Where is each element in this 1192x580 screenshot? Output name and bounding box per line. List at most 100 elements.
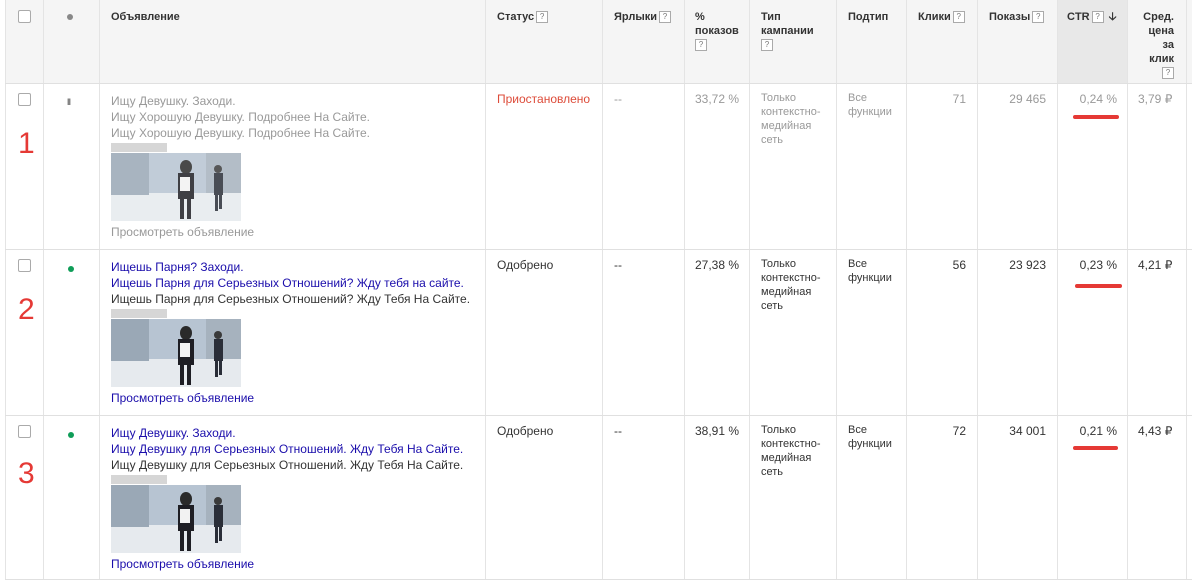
pct-impressions-value: 33,72 % <box>695 92 740 106</box>
campaign-type-value: Только контекстно- медийная сеть <box>761 91 821 147</box>
ad-headline[interactable]: Ищешь Парня? Заходи. <box>111 259 244 275</box>
header-campaign-line: Тип <box>761 11 781 23</box>
header-campaign-type[interactable]: Тип кампании ? <box>761 10 814 52</box>
row-checkbox[interactable] <box>18 259 31 272</box>
ad-headline: Ищу Девушку. Заходи. <box>111 94 236 108</box>
subtype-line: Все <box>848 258 867 270</box>
campaign-type-line: сеть <box>761 134 784 146</box>
blurred-url <box>111 143 167 152</box>
header-cpc-line: за <box>1162 39 1174 51</box>
campaign-type-line: сеть <box>761 466 784 478</box>
header-clicks[interactable]: Клики? <box>918 10 965 24</box>
header-campaign-line: кампании <box>761 25 814 37</box>
labels-value: -- <box>614 92 622 106</box>
header-subtype[interactable]: Подтип <box>848 10 888 24</box>
labels-value: -- <box>614 258 622 272</box>
ad-line1: Ищу Девушку для Серьезных Отношений. Жду… <box>111 442 464 456</box>
subtype-line: функции <box>848 438 892 450</box>
header-labels-label: Ярлыки <box>614 11 658 23</box>
enabled-dot-icon[interactable] <box>68 432 74 438</box>
row-number: 1 <box>18 127 35 160</box>
header-ctr-label: CTR <box>1067 11 1090 23</box>
subtype-line: Все <box>848 92 867 104</box>
help-icon[interactable]: ? <box>1091 11 1104 24</box>
sort-descending-icon[interactable]: 🡣 <box>1109 11 1117 23</box>
subtype-line: Все <box>848 424 867 436</box>
labels-value: -- <box>614 424 622 438</box>
help-icon[interactable]: ? <box>536 11 549 24</box>
select-all-checkbox[interactable] <box>18 10 31 23</box>
campaign-type-line: сеть <box>761 300 784 312</box>
ctr-value: 0,24 % <box>1079 92 1117 106</box>
header-impressions[interactable]: Показы? <box>989 10 1045 24</box>
clicks-value: 72 <box>952 424 966 438</box>
status-badge: Одобрено <box>497 258 554 272</box>
campaign-type-value: Только контекстно- медийная сеть <box>761 257 821 313</box>
header-cpc-line: клик <box>1149 53 1174 65</box>
campaign-type-line: Только <box>761 92 796 104</box>
header-labels[interactable]: Ярлыки? <box>614 10 672 24</box>
status-badge: Приостановлено <box>497 92 591 106</box>
header-pct-line: показов <box>695 25 739 37</box>
header-clicks-label: Клики <box>918 11 951 23</box>
header-impressions-label: Показы <box>989 11 1031 23</box>
ad-line2: Ищу Девушку для Серьезных Отношений. Жду… <box>111 458 464 472</box>
avg-cpc-value: 4,21 ₽ <box>1138 258 1173 272</box>
ad-image <box>111 153 241 221</box>
row-number: 3 <box>18 457 35 490</box>
header-ad[interactable]: Объявление <box>111 10 180 24</box>
ctr-value: 0,21 % <box>1079 424 1117 438</box>
row-number: 2 <box>18 293 35 326</box>
ctr-underline-annotation <box>1075 284 1122 288</box>
campaign-type-line: медийная <box>761 452 812 464</box>
subtype-value: Все функции <box>848 91 892 119</box>
campaign-type-line: Только <box>761 424 796 436</box>
ad-image <box>111 319 241 387</box>
row-checkbox[interactable] <box>18 93 31 106</box>
help-icon[interactable]: ? <box>952 11 965 24</box>
blurred-url <box>111 309 167 318</box>
help-icon[interactable]: ? <box>1032 11 1045 24</box>
help-icon[interactable]: ? <box>659 11 672 24</box>
impressions-value: 29 465 <box>1009 92 1046 106</box>
campaign-type-line: Только <box>761 258 796 270</box>
avg-cpc-value: 4,43 ₽ <box>1138 424 1173 438</box>
ad-line1: Ищешь Парня для Серьезных Отношений? Жду… <box>111 276 464 290</box>
header-cpc-line: цена <box>1148 25 1174 37</box>
view-ad-link[interactable]: Просмотреть объявление <box>111 224 254 240</box>
view-ad-link[interactable]: Просмотреть объявление <box>111 390 254 406</box>
clicks-value: 56 <box>952 258 966 272</box>
campaign-type-line: медийная <box>761 120 812 132</box>
view-ad-link[interactable]: Просмотреть объявление <box>111 556 254 572</box>
status-badge: Одобрено <box>497 424 554 438</box>
campaign-type-line: медийная <box>761 286 812 298</box>
ctr-value: 0,23 % <box>1079 258 1117 272</box>
enabled-dot-icon[interactable] <box>68 266 74 272</box>
campaign-type-line: контекстно- <box>761 106 821 118</box>
status-column-dot-icon <box>67 14 73 20</box>
help-icon[interactable]: ? <box>695 39 707 52</box>
header-pct-line: % <box>695 11 705 23</box>
blurred-url <box>111 475 167 484</box>
ad-line2: Ищу Хорошую Девушку. Подробнее На Сайте. <box>111 126 370 140</box>
header-avg-cpc[interactable]: Сред. цена за клик ? <box>1128 10 1174 80</box>
subtype-value: Все функции <box>848 423 892 451</box>
ctr-underline-annotation <box>1073 115 1119 119</box>
header-status-label: Статус <box>497 11 535 23</box>
ad-headline[interactable]: Ищу Девушку. Заходи. <box>111 425 236 441</box>
header-pct-impressions[interactable]: % показов ? <box>695 10 739 52</box>
row-checkbox[interactable] <box>18 425 31 438</box>
impressions-value: 34 001 <box>1009 424 1046 438</box>
subtype-value: Все функции <box>848 257 892 285</box>
pause-icon[interactable]: II <box>67 97 71 107</box>
pct-impressions-value: 27,38 % <box>695 258 740 272</box>
header-status[interactable]: Статус? <box>497 10 549 24</box>
help-icon[interactable]: ? <box>761 39 773 52</box>
ad-image <box>111 485 241 553</box>
avg-cpc-value: 3,79 ₽ <box>1138 92 1173 106</box>
help-icon[interactable]: ? <box>1162 67 1174 80</box>
campaign-type-value: Только контекстно- медийная сеть <box>761 423 821 479</box>
ctr-underline-annotation <box>1073 446 1118 450</box>
subtype-line: функции <box>848 272 892 284</box>
header-ctr[interactable]: CTR? 🡣 <box>1067 10 1117 24</box>
